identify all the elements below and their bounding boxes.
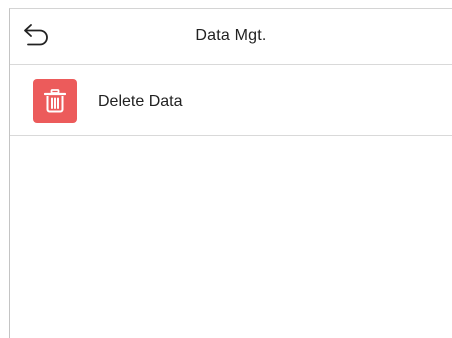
trash-icon	[44, 89, 66, 113]
delete-data-icon-container	[33, 79, 77, 123]
menu-item-delete-data[interactable]: Delete Data	[10, 65, 452, 136]
page-title: Data Mgt.	[195, 27, 267, 44]
header-bar: Data Mgt.	[10, 9, 452, 65]
data-management-screen: Data Mgt. Delete Data	[9, 8, 452, 338]
menu-item-label: Delete Data	[98, 93, 183, 110]
